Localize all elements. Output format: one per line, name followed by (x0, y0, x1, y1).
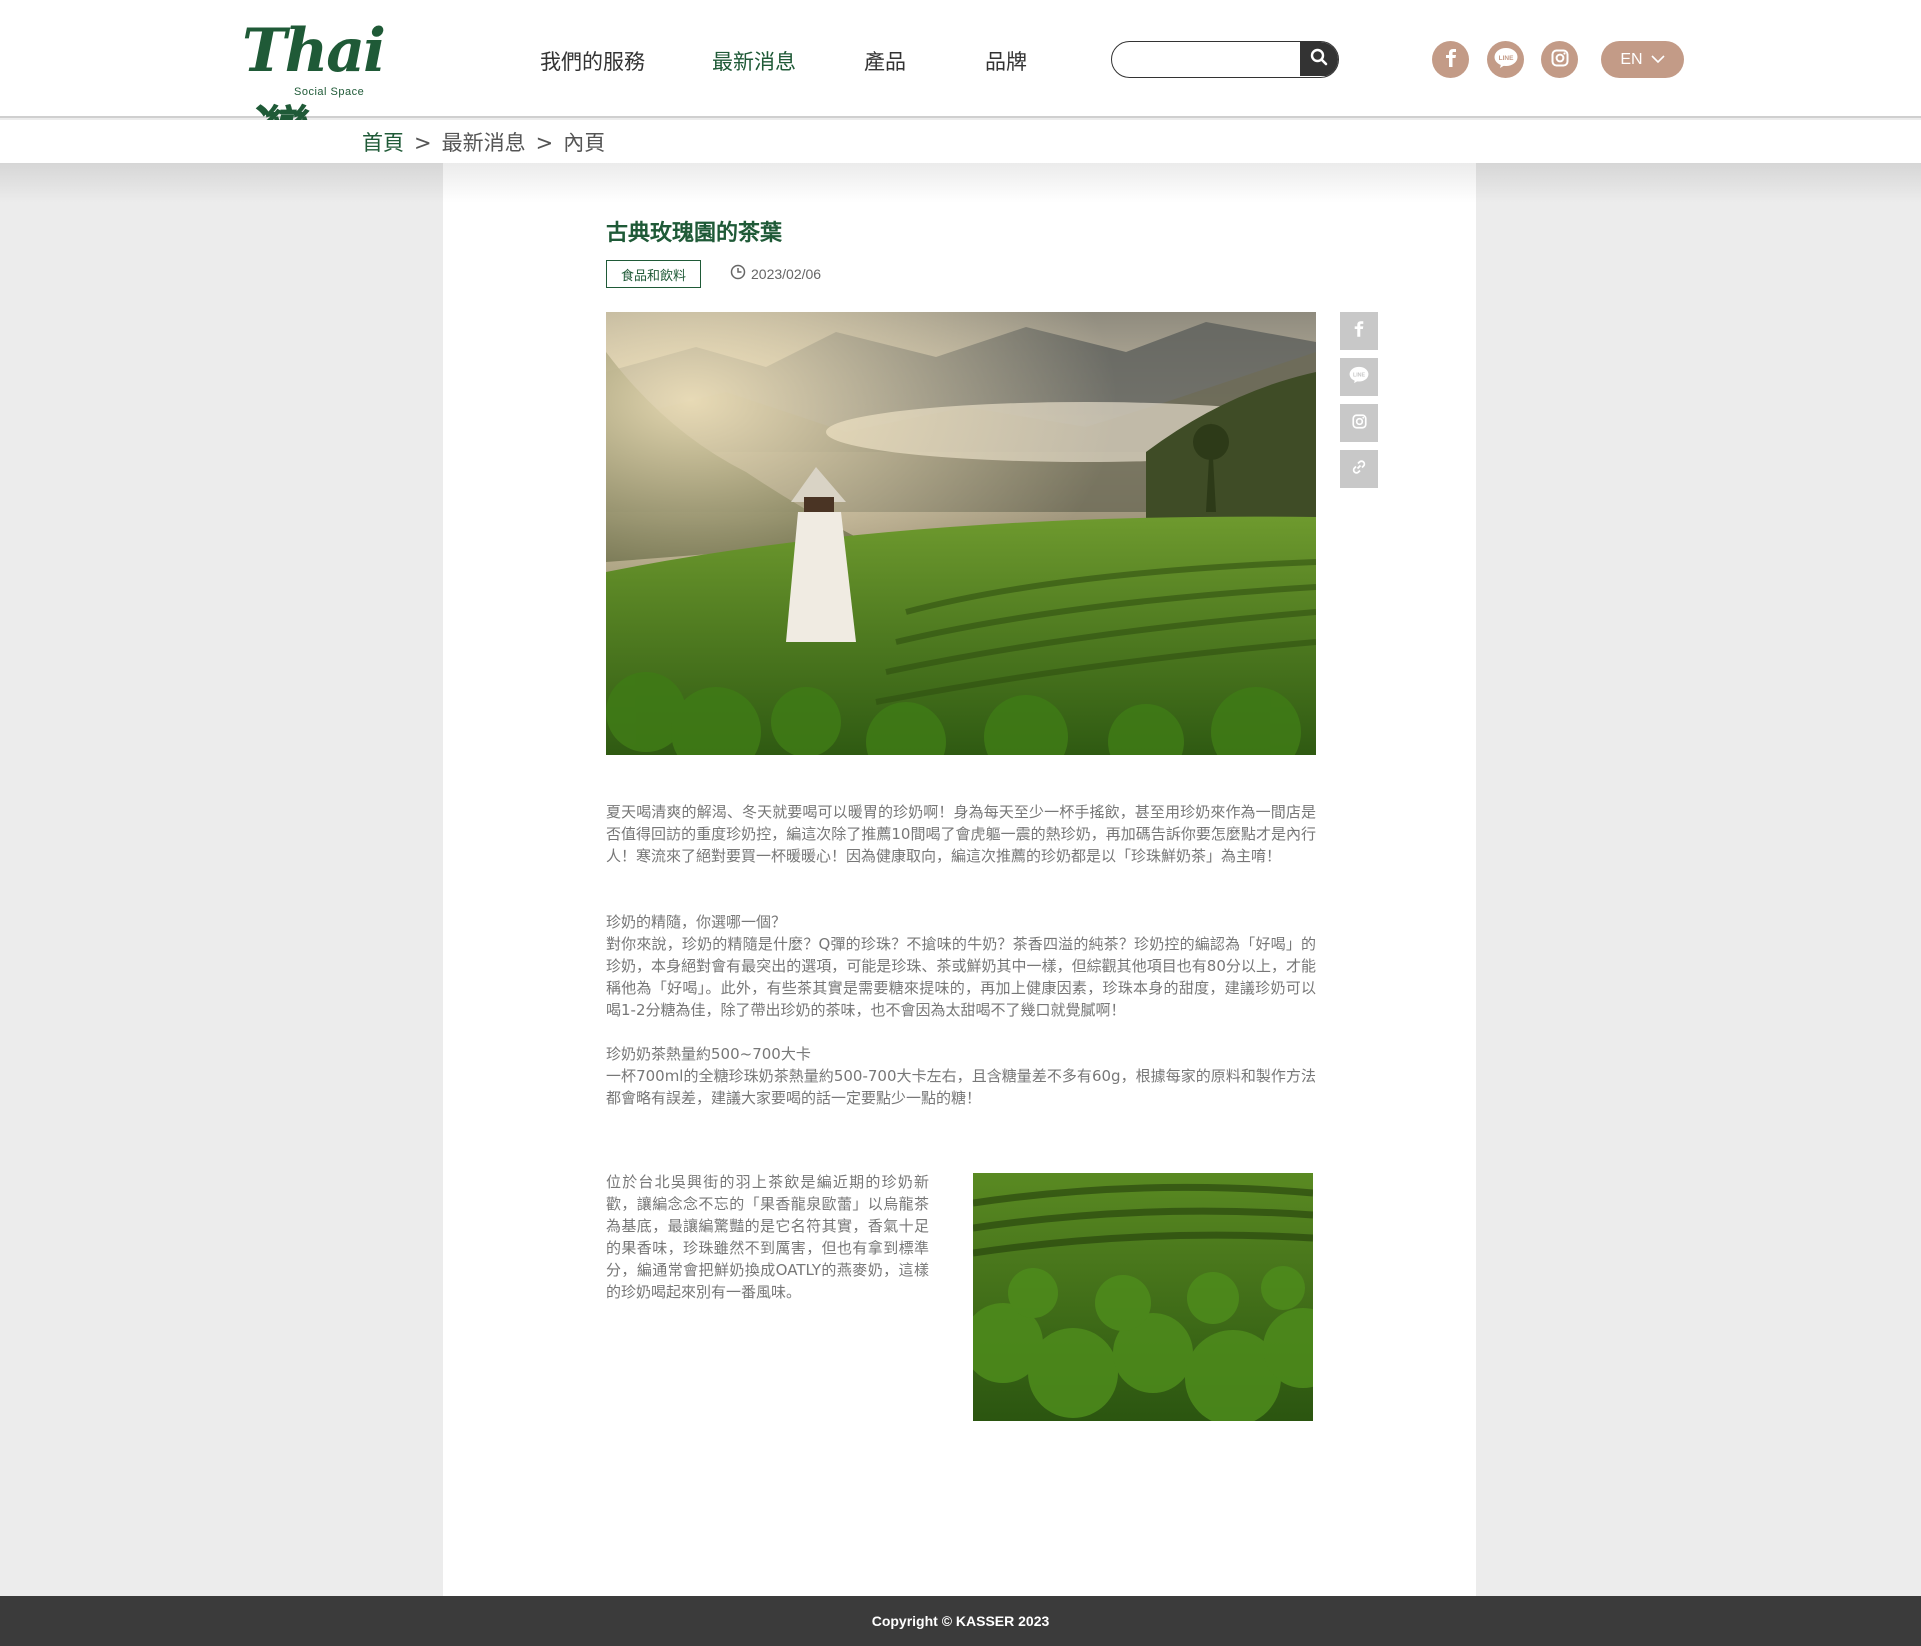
category-tag[interactable]: 食品和飲料 (606, 260, 702, 288)
clock-icon (730, 264, 746, 283)
line-icon: LINE (1493, 47, 1519, 73)
svg-text:LINE: LINE (1353, 373, 1366, 379)
date-text: 2023/02/06 (751, 265, 822, 282)
breadcrumb-current: 內頁 (563, 131, 606, 155)
breadcrumb-home[interactable]: 首頁 (362, 131, 404, 155)
language-label: EN (1620, 50, 1643, 68)
search-button[interactable] (1300, 42, 1338, 76)
article-paragraph: 一杯700ml的全糖珍珠奶茶熱量約500-700大卡左右，且含糖量差不多有60g… (606, 1067, 1316, 1107)
article-paragraph: 對你來說，珍奶的精隨是什麼？Q彈的珍珠？不搶味的牛奶？茶香四溢的純茶？珍奶控的編… (606, 935, 1316, 1019)
instagram-icon (1551, 49, 1569, 71)
secondary-image (973, 1173, 1313, 1421)
site-header: Thai灣 Social Space 我們的服務 最新消息 產品 品牌 LINE… (0, 0, 1921, 170)
breadcrumb-bar: 首頁 > 最新消息 > 內頁 (0, 120, 1921, 163)
breadcrumb: 首頁 > 最新消息 > 內頁 (362, 127, 605, 157)
header-facebook-button[interactable] (1432, 41, 1469, 78)
header-instagram-button[interactable] (1541, 41, 1578, 78)
copyright-text: Copyright © KASSER 2023 (871, 1613, 1050, 1629)
search-icon (1310, 48, 1328, 70)
article-date: 2023/02/06 (730, 264, 821, 283)
nav-item-products[interactable]: 產品 (864, 46, 906, 76)
line-icon: LINE (1348, 366, 1370, 388)
site-footer: Copyright © KASSER 2023 (0, 1596, 1921, 1646)
header-line-button[interactable]: LINE (1487, 41, 1524, 78)
logo-subtitle: Social Space (294, 86, 365, 98)
article-paragraph: 夏天喝清爽的解渴、冬天就要喝可以暖胃的珍奶啊！身為每天至少一杯手搖飲，甚至用珍奶… (606, 803, 1316, 865)
nav-item-services[interactable]: 我們的服務 (540, 46, 645, 76)
search-input[interactable] (1112, 42, 1302, 76)
search-box (1111, 41, 1339, 78)
instagram-icon (1351, 413, 1367, 433)
chevron-down-icon (1651, 51, 1665, 69)
hero-image (606, 312, 1316, 755)
share-column: LINE (1340, 312, 1378, 496)
nav-item-news[interactable]: 最新消息 (712, 46, 796, 76)
article-subheading: 珍奶奶茶熱量約500~700大卡 (606, 1045, 811, 1063)
share-instagram-button[interactable] (1340, 404, 1378, 442)
share-facebook-button[interactable] (1340, 312, 1378, 350)
share-link-button[interactable] (1340, 450, 1378, 488)
language-selector[interactable]: EN (1601, 41, 1684, 78)
article-title: 古典玫瑰園的茶葉 (606, 221, 783, 246)
share-line-button[interactable]: LINE (1340, 358, 1378, 396)
link-icon (1351, 459, 1367, 479)
breadcrumb-separator: > (414, 131, 432, 155)
article-side-paragraph: 位於台北吳興街的羽上茶飲是編近期的珍奶新歡，讓編念念不忘的「果香龍泉歐蕾」以烏龍… (606, 1173, 929, 1301)
breadcrumb-separator: > (535, 131, 554, 155)
breadcrumb-news[interactable]: 最新消息 (442, 131, 526, 155)
article-container: 古典玫瑰園的茶葉 食品和飲料 2023/02/06 LINE 夏天喝清爽的解渴、… (443, 163, 1476, 1596)
svg-text:LINE: LINE (1498, 55, 1513, 62)
facebook-icon (1444, 48, 1458, 71)
facebook-icon (1353, 321, 1365, 341)
nav-item-brand[interactable]: 品牌 (985, 46, 1027, 76)
article-subheading: 珍奶的精隨，你選哪一個？ (606, 913, 787, 931)
site-logo[interactable]: Thai灣 Social Space (240, 16, 415, 170)
